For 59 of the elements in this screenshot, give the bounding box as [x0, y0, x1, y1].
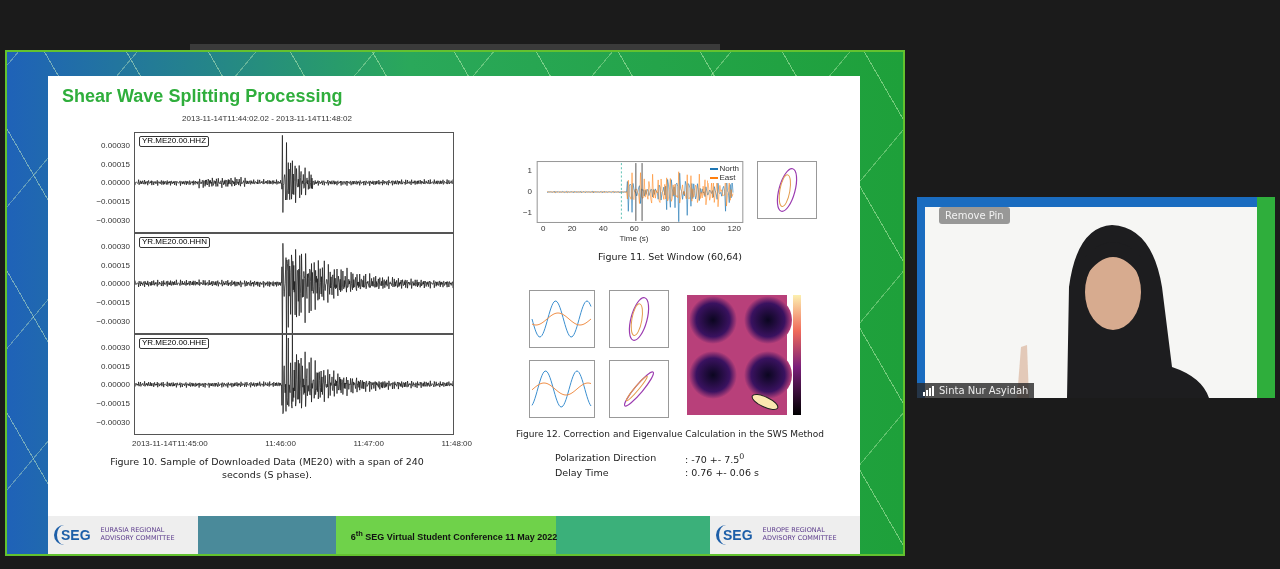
tick-label: 20	[567, 225, 577, 233]
legend-label: East	[719, 174, 736, 182]
tick-label: −0.00015	[96, 198, 130, 207]
figure-caption: Figure 10. Sample of Downloaded Data (ME20) with a span of 240 seconds (S phase).	[109, 456, 425, 482]
tick-label: 0.00000	[101, 179, 130, 188]
tick-label: 1	[527, 167, 533, 176]
trace-label: YR.ME20.00.HHN	[139, 237, 210, 248]
tick-label: −0.00015	[96, 299, 130, 308]
plot-title: 2013-11-14T11:44:02.02 - 2013-11-14T11:48:02	[182, 115, 352, 123]
tick-label: −0.00015	[96, 400, 130, 409]
tick-label: 0.00030	[101, 243, 130, 252]
tick-label: −0.00030	[96, 418, 130, 427]
logo: SEG	[54, 525, 95, 545]
tick-label: 120	[727, 225, 741, 233]
tick-label: 0.00015	[101, 261, 130, 270]
tick-label: 40	[598, 225, 608, 233]
result-label: Delay Time	[555, 467, 610, 479]
tick-label: 11:47:00	[353, 440, 384, 448]
tick-label: −0.00030	[96, 216, 130, 225]
signal-icon	[923, 385, 935, 396]
marker-line	[621, 162, 622, 222]
tick-label: 0.00030	[101, 142, 130, 151]
tick-label: −0.00030	[96, 317, 130, 326]
result-value: : -70 +- 7.5$^{0}$	[685, 451, 746, 466]
heatmap-high-region	[751, 393, 779, 410]
window-line	[641, 162, 643, 222]
tick-label: 0.00015	[101, 362, 130, 371]
conference-banner-text: 6$^{th}$ SEG Virtual Student Conference 11 May 2022	[350, 528, 558, 542]
waveform-chart-drawing	[529, 289, 595, 348]
tick-label: 0.00000	[101, 280, 130, 289]
window-line	[635, 162, 637, 222]
tick-label: 0.00030	[101, 344, 130, 353]
tick-label: 100	[692, 225, 706, 233]
tick-label: 0	[541, 225, 546, 233]
axis-label: Time (s)	[619, 235, 649, 243]
tick-label: 11:48:00	[441, 440, 472, 448]
tick-label: −1	[522, 208, 533, 217]
slide-title: Shear Wave Splitting Processing	[62, 86, 344, 107]
figure-caption: Figure 12. Correction and Eigenvalue Calculation in the SWS Method	[516, 427, 824, 440]
particle-motion-plot-drawing	[609, 289, 669, 348]
tick-label: 80	[660, 225, 670, 233]
tick-label: 11:46:00	[265, 440, 296, 448]
particle-motion-plot-drawing	[757, 161, 818, 219]
tick-label: 0	[527, 188, 533, 196]
tick-label: 0.00015	[101, 160, 130, 169]
particle-motion-plot-drawing	[609, 359, 669, 418]
waveform-chart-drawing	[529, 359, 595, 418]
logo: SEG	[716, 525, 757, 545]
tick-label: 2013-11-14T11:45:00	[132, 440, 208, 448]
result-label: Polarization Direction	[555, 451, 658, 465]
trace-label: YR.ME20.00.HHZ	[139, 136, 210, 147]
participant-name: Sinta Nur Asyidah	[939, 385, 1029, 396]
tick-label: 60	[629, 225, 639, 233]
tick-label: 0.00000	[101, 381, 130, 390]
legend-label: North	[719, 165, 740, 173]
remove-pin-button[interactable]: Remove Pin	[939, 207, 1010, 224]
figure-caption: Figure 11. Set Window (60,64)	[598, 251, 742, 264]
result-value: : 0.76 +- 0.06 s	[685, 467, 760, 479]
trace-label: YR.ME20.00.HHE	[139, 338, 210, 349]
